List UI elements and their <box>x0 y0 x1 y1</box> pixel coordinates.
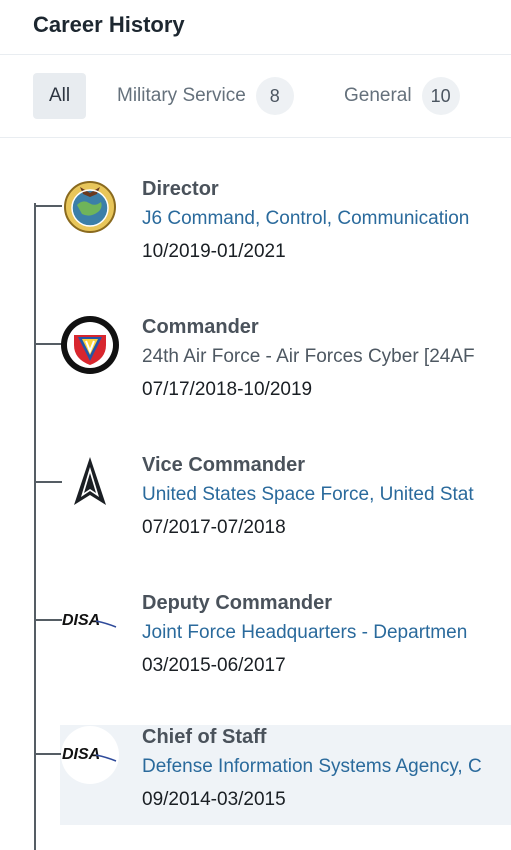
date-range: 03/2015-06/2017 <box>142 655 286 676</box>
position-details: Commander 24th Air Force - Air Forces Cy… <box>142 315 511 402</box>
date-range: 09/2014-03/2015 <box>142 789 286 810</box>
date-range: 10/2019-01/2021 <box>142 241 286 262</box>
organization-link[interactable]: Defense Information Systems Agency, C <box>142 755 511 788</box>
timeline-connector <box>34 753 62 755</box>
filter-tabs: All Military Service 8 General 10 <box>0 55 511 138</box>
organization-link[interactable]: Joint Force Headquarters - Departmen <box>142 621 511 654</box>
page-title: Career History <box>33 12 185 37</box>
timeline-connector <box>34 619 62 621</box>
disa-logo-icon: DISA <box>60 591 120 651</box>
tab-military-service-label: Military Service <box>117 85 246 106</box>
tab-all-label: All <box>48 85 71 106</box>
disa-logo-text: DISA <box>62 746 100 763</box>
air-combat-command-icon <box>60 315 120 375</box>
timeline-item: Director J6 Command, Control, Communicat… <box>0 177 511 277</box>
date-range: 07/17/2018-10/2019 <box>142 379 313 400</box>
tab-military-service[interactable]: Military Service 8 <box>117 73 294 119</box>
organization-link[interactable]: United States Space Force, United Stat <box>142 483 511 516</box>
tab-military-service-count: 8 <box>255 77 294 115</box>
space-force-delta-icon <box>60 453 120 513</box>
timeline-item: DISA Deputy Commander Joint Force Headqu… <box>0 591 511 691</box>
position-details: Chief of Staff Defense Information Syste… <box>142 725 511 812</box>
tab-all[interactable]: All <box>33 73 86 119</box>
timeline-item-selected[interactable]: DISA Chief of Staff Defense Information … <box>34 725 511 825</box>
position-title: Chief of Staff <box>142 726 267 748</box>
position-details: Vice Commander United States Space Force… <box>142 453 511 540</box>
timeline-connector <box>34 343 62 345</box>
tab-general-label: General <box>344 85 412 106</box>
page-header: Career History <box>0 0 511 55</box>
organization-name: 24th Air Force - Air Forces Cyber [24AF <box>142 346 475 367</box>
organization-link[interactable]: J6 Command, Control, Communication <box>142 207 511 240</box>
career-timeline: Director J6 Command, Control, Communicat… <box>0 137 511 850</box>
position-details: Director J6 Command, Control, Communicat… <box>142 177 511 264</box>
timeline-item: Commander 24th Air Force - Air Forces Cy… <box>0 315 511 415</box>
timeline-item: Vice Commander United States Space Force… <box>0 453 511 553</box>
disa-logo-icon: DISA <box>60 725 120 785</box>
tab-general[interactable]: General 10 <box>344 73 460 119</box>
position-title: Vice Commander <box>142 454 306 476</box>
position-title: Commander <box>142 316 259 338</box>
disa-logo-text: DISA <box>62 612 100 629</box>
timeline-connector <box>34 481 62 483</box>
timeline-connector <box>34 205 62 207</box>
tab-general-count: 10 <box>421 77 460 115</box>
date-range: 07/2017-07/2018 <box>142 517 286 538</box>
position-title: Deputy Commander <box>142 592 333 614</box>
j6-seal-icon <box>60 177 120 237</box>
position-title: Director <box>142 178 219 200</box>
position-details: Deputy Commander Joint Force Headquarter… <box>142 591 511 678</box>
